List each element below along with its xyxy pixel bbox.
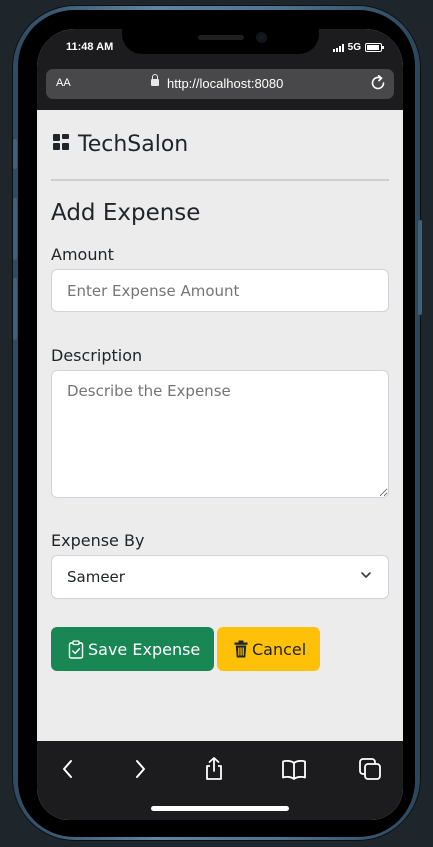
trash-icon (234, 640, 248, 658)
share-icon[interactable] (201, 756, 227, 782)
save-expense-button[interactable]: Save Expense (51, 627, 214, 671)
bookmarks-icon[interactable] (281, 756, 307, 782)
description-label: Description (51, 346, 143, 365)
silent-switch (13, 139, 17, 169)
amount-label: Amount (51, 245, 114, 264)
address-bar[interactable]: AA http://localhost:8080 (46, 69, 394, 99)
url-text[interactable]: http://localhost:8080 (167, 76, 283, 91)
battery-icon (365, 43, 384, 52)
status-icons: 5G (332, 42, 384, 53)
tabs-icon[interactable] (357, 756, 383, 782)
browser-toolbar (37, 741, 403, 820)
notch (122, 29, 319, 54)
browser-chrome: 11:48 AM 5G AA http://localhost:8080 (37, 29, 403, 110)
description-textarea[interactable] (51, 370, 389, 498)
forward-icon[interactable] (127, 756, 153, 782)
grid-icon (53, 133, 69, 150)
brand[interactable]: TechSalon (53, 132, 188, 157)
divider (51, 179, 389, 181)
reload-icon[interactable] (368, 73, 388, 93)
network-label: 5G (347, 42, 361, 53)
chevron-down-icon (361, 572, 371, 578)
speaker (198, 35, 244, 40)
power-button (418, 220, 422, 315)
volume-down-button (13, 278, 17, 340)
amount-input[interactable] (51, 269, 389, 312)
cancel-button-label: Cancel (252, 639, 307, 659)
cancel-button[interactable]: Cancel (217, 627, 320, 671)
clipboard-check-icon (68, 639, 84, 659)
status-time: 11:48 AM (66, 41, 114, 53)
brand-title: TechSalon (78, 132, 189, 157)
expense-by-selected: Sameer (67, 568, 125, 586)
expense-by-label: Expense By (51, 531, 145, 550)
camera (256, 32, 267, 43)
expense-by-select[interactable]: Sameer (51, 555, 389, 599)
signal-icon (332, 43, 344, 52)
back-icon[interactable] (55, 756, 81, 782)
lock-icon (151, 74, 159, 86)
page-title: Add Expense (51, 200, 201, 226)
save-button-label: Save Expense (88, 639, 201, 659)
volume-up-button (13, 198, 17, 260)
phone-screen: 11:48 AM 5G AA http://localhost:8080 Tec… (37, 29, 403, 820)
text-size-button[interactable]: AA (56, 77, 71, 89)
home-indicator[interactable] (151, 806, 289, 811)
